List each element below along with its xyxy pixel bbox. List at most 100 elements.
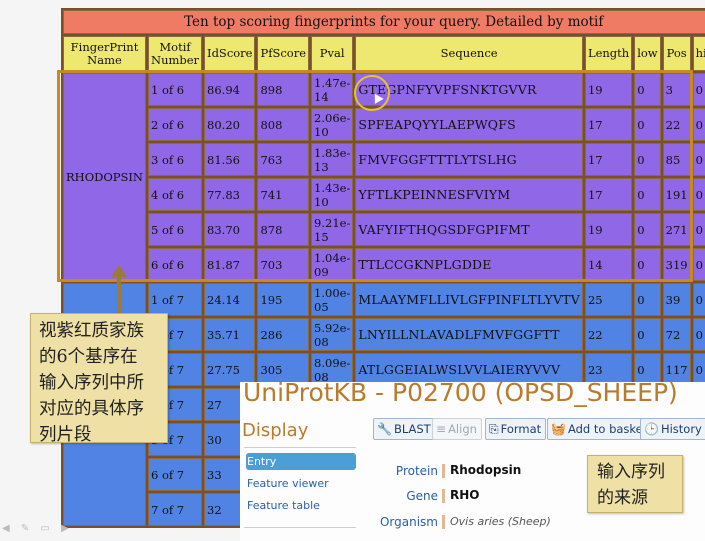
pos-cell: 3	[662, 73, 691, 106]
col-header-length: Length	[584, 36, 633, 71]
field-separator	[442, 464, 445, 478]
high-cell: 0	[692, 318, 705, 351]
pval-cell: 2.06e-10	[311, 108, 354, 141]
wrench-icon: 🔧	[377, 422, 392, 436]
high-cell: 0	[692, 73, 705, 106]
low-cell: 0	[634, 213, 661, 246]
note-line: 的来源	[597, 488, 648, 508]
table-row: 5 of 6 83.70 878 9.21e-15 VAFYIFTHQGSDFG…	[63, 213, 705, 246]
table-header-row: FingerPrint Name Motif Number IdScore Pf…	[63, 36, 705, 71]
basket-icon: 🧺	[551, 422, 566, 436]
high-cell: 0	[692, 248, 705, 281]
motif-cell: 6 of 6	[148, 248, 203, 281]
field-separator	[442, 515, 445, 529]
note-line: 的6个基序在	[39, 347, 138, 367]
motif-cell: 1 of 7	[148, 283, 203, 316]
sequence-cell: FMVFGGFTTTLYTSLHG	[355, 143, 583, 176]
motif-cell: 1 of 6	[148, 73, 203, 106]
col-header-pfscore: PfScore	[257, 36, 310, 71]
pval-cell: 5.92e-08	[311, 318, 354, 351]
pval-cell: 1.00e-05	[311, 283, 354, 316]
motif-cell: 5 of 6	[148, 213, 203, 246]
note-line: 输入序列	[597, 462, 665, 482]
motif-cell: 3 of 6	[148, 143, 203, 176]
sequence-cell: LNYILLNLAVADLFMVFGGFTT	[355, 318, 583, 351]
format-label: Format	[500, 422, 542, 436]
protein-label: Protein	[395, 464, 438, 478]
history-label: History	[660, 422, 702, 436]
length-cell: 19	[584, 213, 633, 246]
high-cell: 0	[692, 213, 705, 246]
sequence-cell: TTLCCGKNPLGDDE	[355, 248, 583, 281]
blast-button[interactable]: 🔧 BLAST	[373, 418, 436, 440]
low-cell: 0	[634, 73, 661, 106]
annotation-note-left: 视紫红质家族 的6个基序在 输入序列中所 对应的具体序 列片段	[30, 313, 168, 445]
pos-cell: 271	[662, 213, 691, 246]
col-header-low: low	[634, 36, 661, 71]
high-cell: 0	[692, 108, 705, 141]
idscore-cell: 86.94	[204, 73, 256, 106]
pval-cell: 1.83e-13	[311, 143, 354, 176]
sequence-cell: VAFYIFTHQGSDFGPIFMT	[355, 213, 583, 246]
sequence-cell: MLAAYMFLLIVLGFPINFLTLYVTV	[355, 283, 583, 316]
col-header-fingerprint-name: FingerPrint Name	[63, 36, 146, 71]
col-header-idscore: IdScore	[204, 36, 256, 71]
low-cell: 0	[634, 108, 661, 141]
table-row: 2 of 6 80.20 808 2.06e-10 SPFEAPQYYLAEPW…	[63, 108, 705, 141]
motif-cell: 2 of 6	[148, 108, 203, 141]
pfscore-cell: 703	[257, 248, 310, 281]
sidebar-divider	[244, 447, 356, 448]
idscore-cell: 35.71	[204, 318, 256, 351]
length-cell: 17	[584, 108, 633, 141]
motif-cell: 4 of 6	[148, 178, 203, 211]
pval-cell: 1.47e-14	[311, 73, 354, 106]
align-button[interactable]: ≡ Align	[432, 418, 482, 440]
pos-cell: 39	[662, 283, 691, 316]
note-line: 视紫红质家族	[39, 321, 144, 341]
idscore-cell: 81.56	[204, 143, 256, 176]
pfscore-cell: 763	[257, 143, 310, 176]
field-separator	[442, 489, 445, 503]
arrow-stem	[117, 274, 121, 316]
note-line: 对应的具体序	[39, 399, 144, 419]
pval-cell: 9.21e-15	[311, 213, 354, 246]
motif-cell: 6 of 7	[148, 458, 203, 491]
table-row: 6 of 6 81.87 703 1.04e-09 TTLCCGKNPLGDDE…	[63, 248, 705, 281]
col-header-pval: Pval	[311, 36, 354, 71]
low-cell: 0	[634, 248, 661, 281]
format-icon: ⎘	[489, 422, 499, 436]
pfscore-cell: 898	[257, 73, 310, 106]
pfscore-cell: 195	[257, 283, 310, 316]
history-button[interactable]: 🕒 History	[640, 418, 705, 440]
gene-label: Gene	[406, 489, 438, 503]
col-header-high: high	[692, 36, 705, 71]
annotation-note-right: 输入序列 的来源	[587, 455, 683, 513]
table-row: 4 of 6 77.83 741 1.43e-10 YFTLKPEINNESFV…	[63, 178, 705, 211]
pos-cell: 191	[662, 178, 691, 211]
align-icon: ≡	[436, 422, 447, 436]
idscore-cell: 77.83	[204, 178, 256, 211]
align-label: Align	[448, 422, 477, 436]
slide-background: Ten top scoring fingerprints for your qu…	[0, 0, 705, 541]
add-to-basket-button[interactable]: 🧺 Add to basket	[547, 418, 653, 440]
low-cell: 0	[634, 178, 661, 211]
table-title: Ten top scoring fingerprints for your qu…	[63, 10, 705, 34]
pos-cell: 319	[662, 248, 691, 281]
motif-cell: 7 of 7	[148, 493, 203, 526]
blast-label: BLAST	[393, 422, 431, 436]
pfscore-cell: 878	[257, 213, 310, 246]
slideshow-controls[interactable]: ◀ ✎ ▭ ▶	[2, 523, 73, 534]
cursor-highlight-ring	[354, 75, 390, 111]
idscore-cell: 80.20	[204, 108, 256, 141]
length-cell: 17	[584, 178, 633, 211]
table-row: 3 of 6 81.56 763 1.83e-13 FMVFGGFTTTLYTS…	[63, 143, 705, 176]
high-cell: 0	[692, 283, 705, 316]
low-cell: 0	[634, 283, 661, 316]
high-cell: 0	[692, 178, 705, 211]
gene-value: RHO	[450, 488, 480, 502]
protein-value: Rhodopsin	[450, 463, 522, 477]
length-cell: 19	[584, 73, 633, 106]
format-button[interactable]: ⎘ Format	[485, 418, 547, 440]
display-heading: Display	[242, 420, 309, 441]
pos-cell: 22	[662, 108, 691, 141]
